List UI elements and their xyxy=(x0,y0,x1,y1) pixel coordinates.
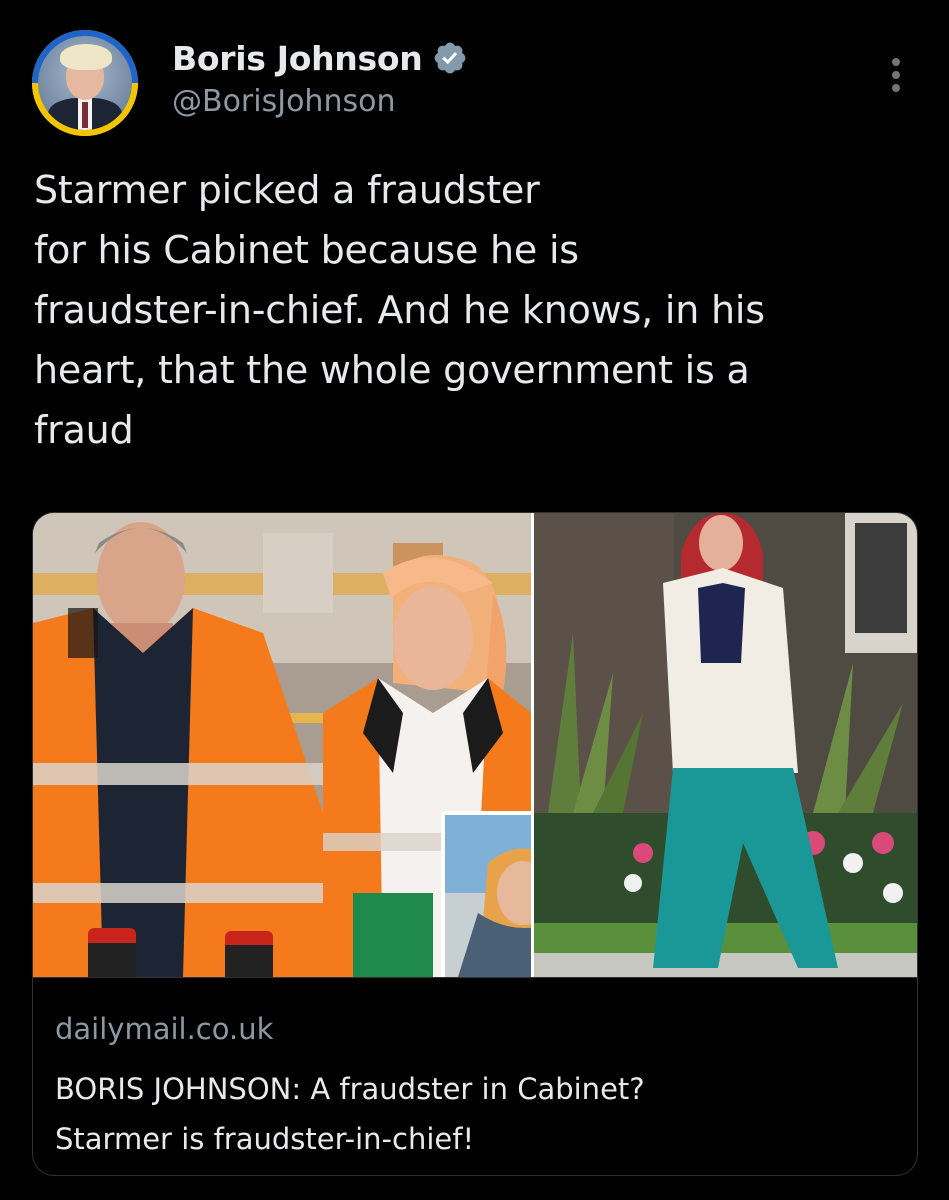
more-options-icon[interactable] xyxy=(878,52,914,96)
author-display-name[interactable]: Boris Johnson xyxy=(172,39,423,78)
tweet: Boris Johnson @BorisJohnson Starmer pick… xyxy=(0,0,949,1200)
link-card[interactable]: dailymail.co.uk BORIS JOHNSON: A fraudst… xyxy=(32,512,918,1176)
tweet-text: Starmer picked a fraudster for his Cabin… xyxy=(34,168,765,452)
author-avatar[interactable] xyxy=(32,30,138,136)
avatar-photo xyxy=(38,36,132,130)
author-name-row: Boris Johnson xyxy=(172,34,468,82)
avatar-hair xyxy=(60,44,112,70)
link-card-footer: dailymail.co.uk BORIS JOHNSON: A fraudst… xyxy=(33,977,917,1175)
avatar-tie xyxy=(82,102,88,128)
verified-badge-icon xyxy=(435,42,466,74)
link-card-title[interactable]: BORIS JOHNSON: A fraudster in Cabinet? S… xyxy=(55,1064,895,1164)
link-card-domain: dailymail.co.uk xyxy=(55,1012,274,1046)
link-card-photo-collage xyxy=(33,513,917,977)
author-handle[interactable]: @BorisJohnson xyxy=(172,84,395,119)
link-card-image[interactable] xyxy=(33,513,917,977)
